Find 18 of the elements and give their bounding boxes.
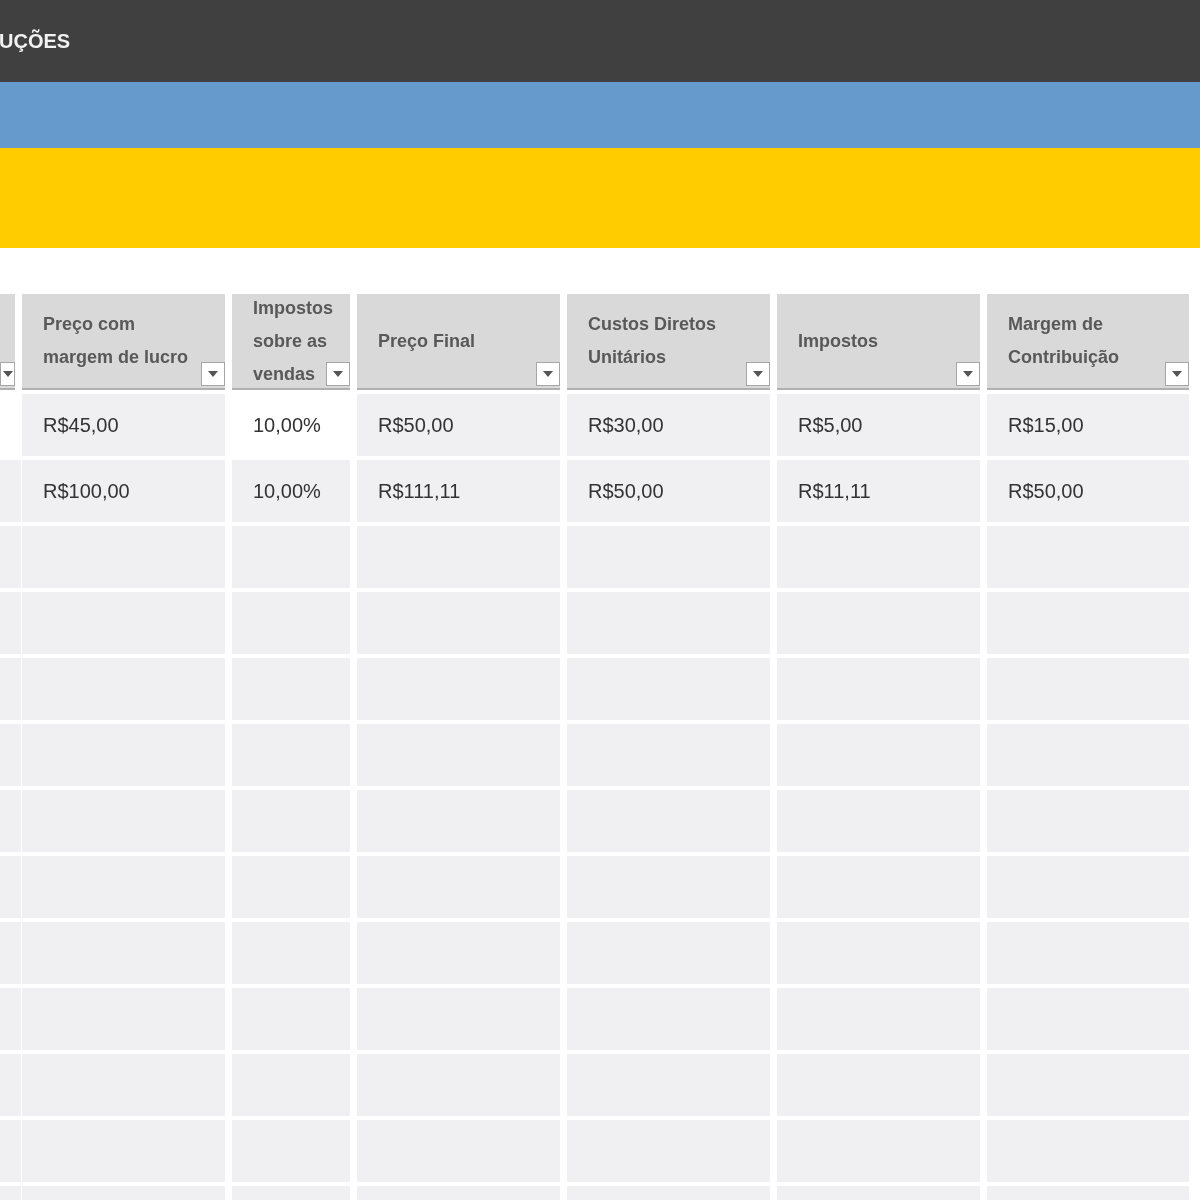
table-cell: 10,00%: [232, 460, 350, 522]
header-label: Impostos sobre as vendas: [253, 296, 333, 386]
header-label: Custos Diretos Unitários: [588, 313, 718, 369]
table-cell: R$30,00: [567, 394, 770, 456]
header-label: Impostos: [798, 329, 878, 353]
table-cell: R$45,00: [22, 394, 225, 456]
table-cell: R$15,00: [987, 394, 1189, 456]
table-cell: R$111,11: [357, 460, 560, 522]
table-cell: R$50,00: [567, 460, 770, 522]
header-label: Preço Final: [378, 329, 476, 353]
sheet-title: UÇÕES: [0, 29, 71, 53]
table-cell: R$100,00: [22, 460, 225, 522]
table-cell: R$50,00: [987, 460, 1189, 522]
header-label: Preço com margem de lucro: [43, 313, 190, 369]
table-cell: R$5,00: [777, 394, 980, 456]
header-label: Margem de Contribuição: [1008, 313, 1120, 369]
table-cell: R$11,11: [777, 460, 980, 522]
table-cell: R$50,00: [357, 394, 560, 456]
